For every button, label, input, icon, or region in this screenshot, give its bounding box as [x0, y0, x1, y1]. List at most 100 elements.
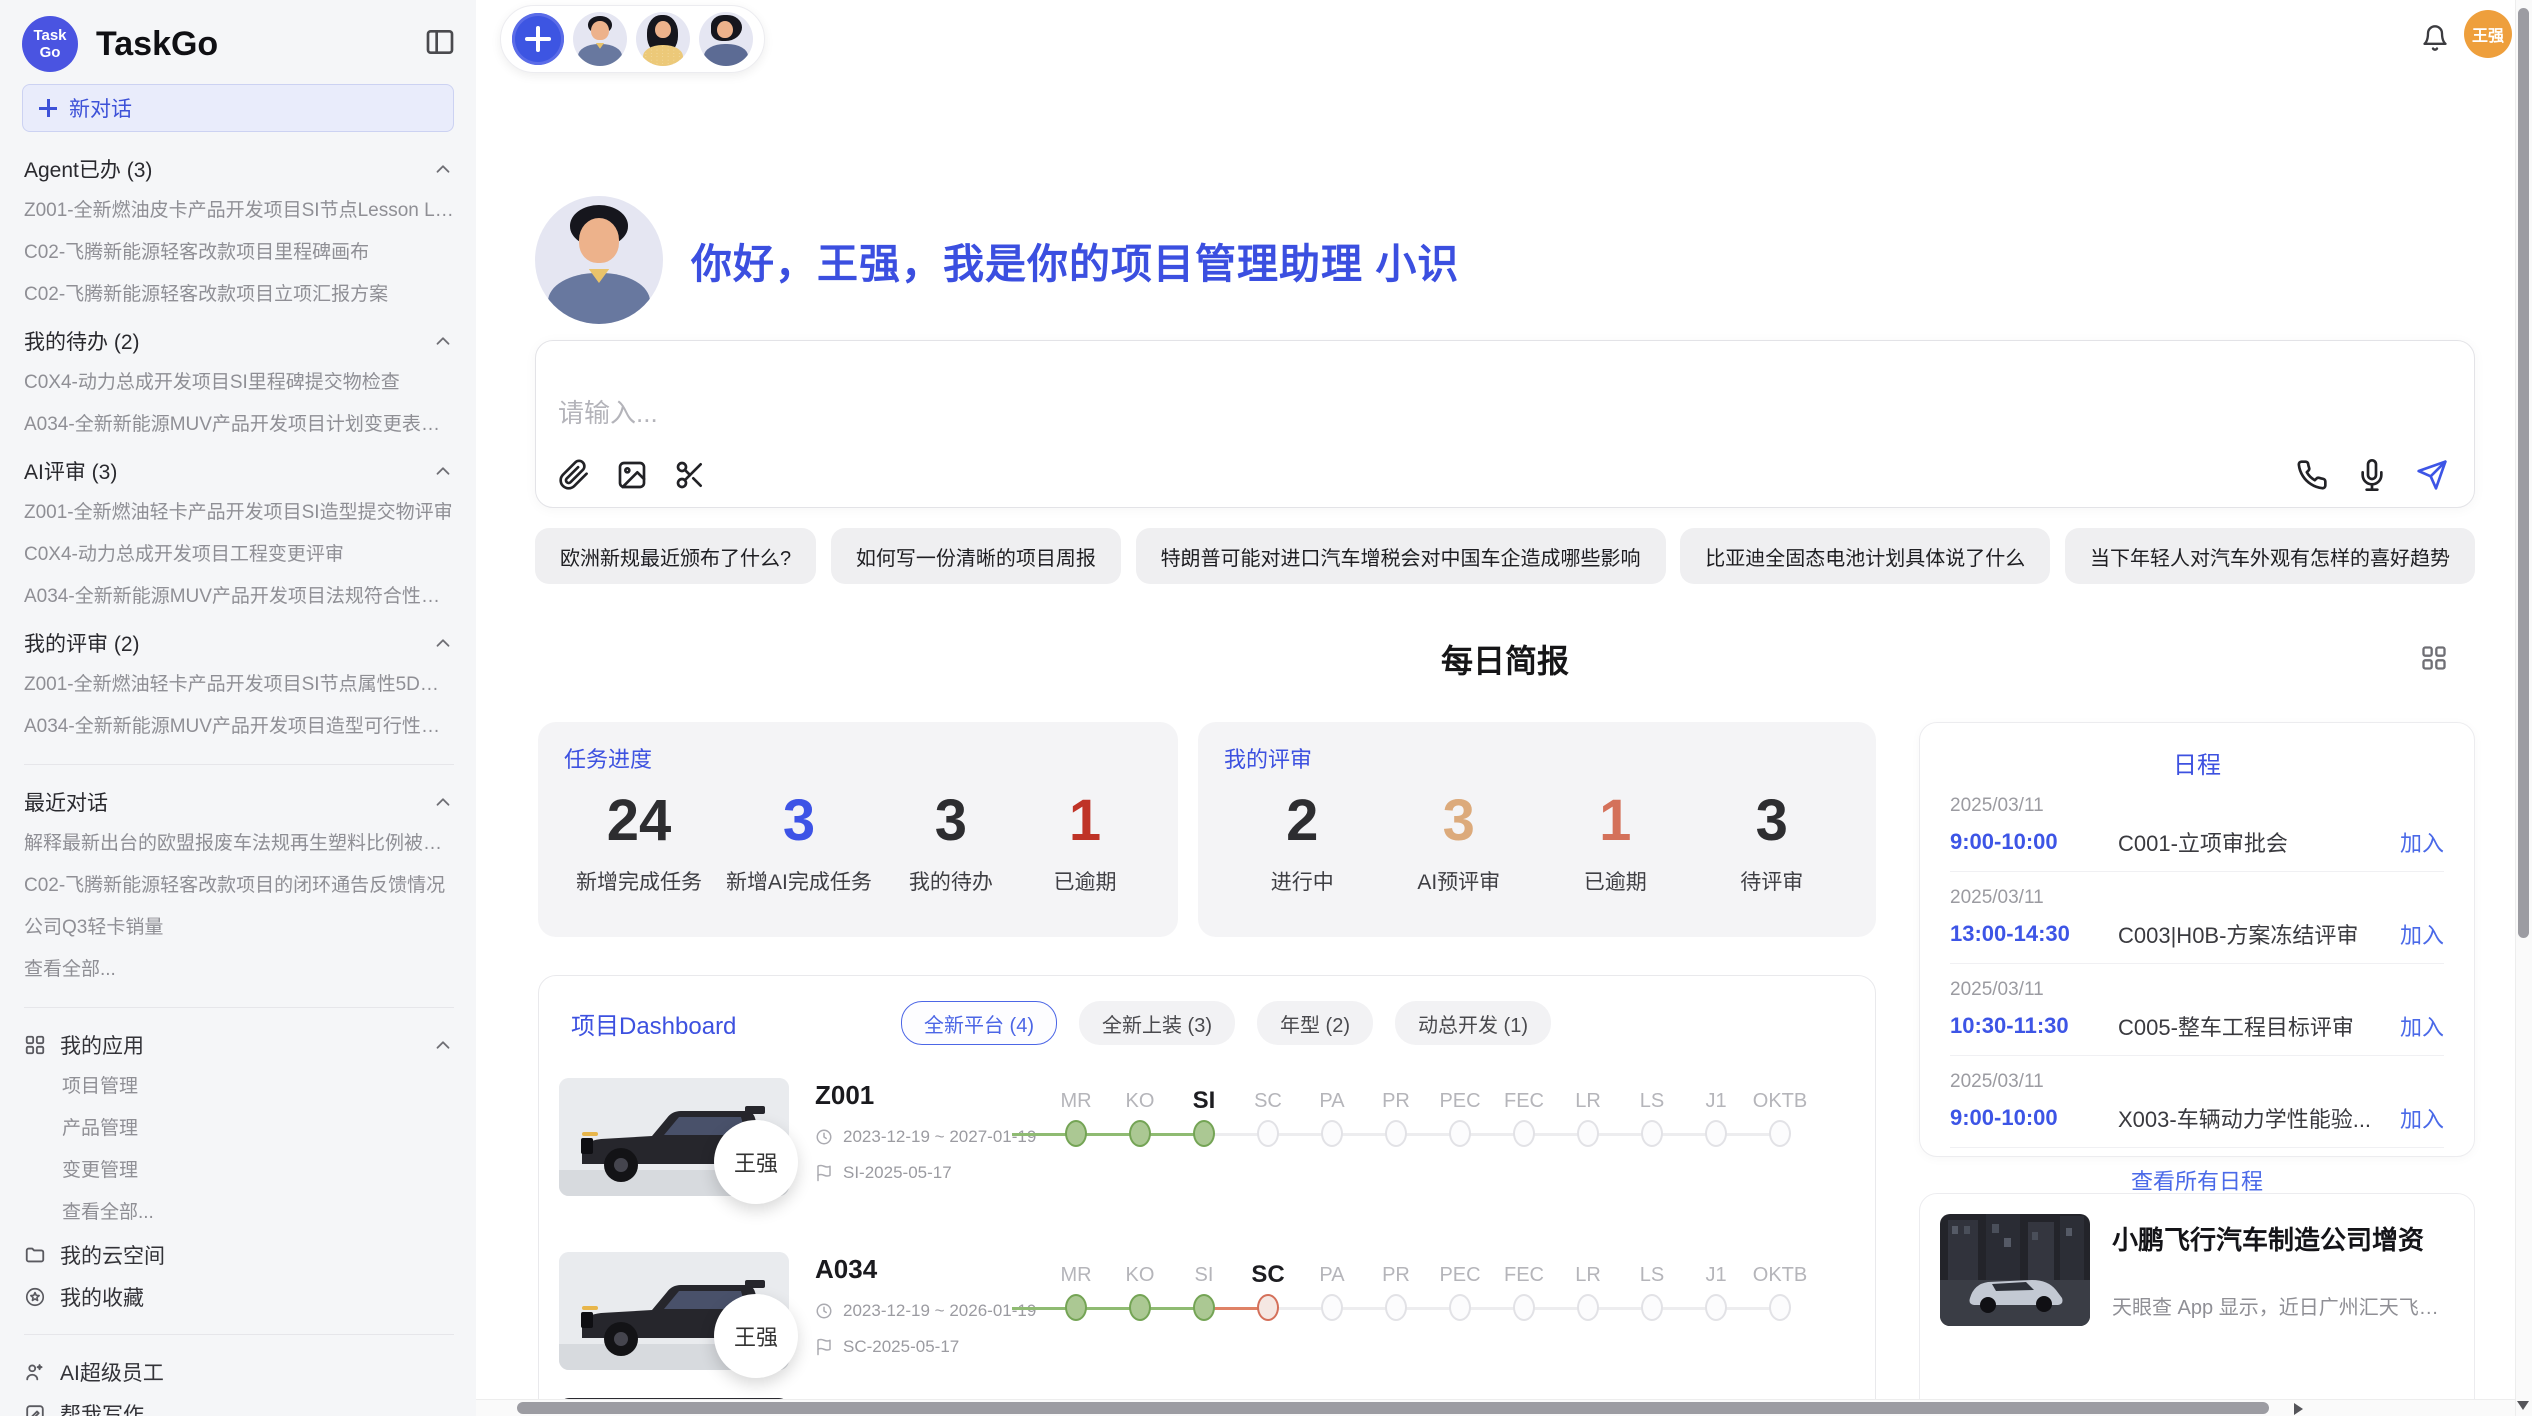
ai-employee-label: AI超级员工: [60, 1357, 164, 1387]
sidebar-task-item[interactable]: A034-全新新能源MUV产品开发项目造型可行性评审: [24, 706, 454, 748]
sidebar-task-item[interactable]: C02-飞腾新能源轻客改款项目里程碑画布: [24, 232, 454, 274]
sidebar-section-ai-review[interactable]: AI评审 (3): [24, 450, 454, 492]
user-avatar[interactable]: 王强: [2464, 10, 2512, 58]
agent-avatar-3[interactable]: [699, 12, 753, 66]
project-row-a034[interactable]: 王强 A034 2023-12-19 ~ 2026-01-19 SC-2025-…: [539, 1236, 1875, 1394]
attachment-icon[interactable]: [558, 459, 590, 491]
logo-line1: Task: [33, 27, 66, 44]
project-row-z001[interactable]: 王强 Z001 2023-12-19 ~ 2027-01-19 SI-2025-…: [539, 1062, 1875, 1220]
new-chat-button[interactable]: 新对话: [22, 84, 454, 132]
sidebar-task-item[interactable]: C0X4-动力总成开发项目工程变更评审: [24, 534, 454, 576]
view-all-schedule-link[interactable]: 查看所有日程: [1950, 1164, 2444, 1196]
chevron-up-icon: [432, 791, 454, 813]
briefing-layout-icon[interactable]: [2420, 644, 2448, 677]
sidebar-item-help-write[interactable]: 帮我写作: [24, 1393, 454, 1416]
join-meeting-link[interactable]: 加入: [2400, 826, 2444, 858]
sidebar-chat-item[interactable]: 解释最新出台的欧盟报废车法规再生塑料比例被调至15%...: [24, 823, 454, 865]
suggestion-chip[interactable]: 比亚迪全固态电池计划具体说了什么: [1680, 528, 2050, 584]
image-upload-icon[interactable]: [616, 459, 648, 491]
milestone-dot: [1449, 1120, 1471, 1147]
add-agent-button[interactable]: [512, 13, 564, 65]
sidebar-task-item[interactable]: A034-全新新能源MUV产品开发项目计划变更表编写: [24, 404, 454, 446]
milestone-dot: [1577, 1294, 1599, 1321]
project-next-milestone: SC-2025-05-17: [843, 1337, 959, 1357]
sidebar-task-item[interactable]: C0X4-动力总成开发项目SI里程碑提交物检查: [24, 362, 454, 404]
join-meeting-link[interactable]: 加入: [2400, 918, 2444, 950]
dashboard-filter-tab[interactable]: 年型 (2): [1257, 1001, 1373, 1045]
milestone-chain: MR KO SI SC: [1044, 1086, 1812, 1160]
sidebar-section-my-review[interactable]: 我的评审 (2): [24, 622, 454, 664]
sidebar-section-agent-done[interactable]: Agent已办 (3): [24, 148, 454, 190]
news-card[interactable]: 小鹏飞行汽车制造公司增资 天眼查 App 显示，近日广州汇天飞行汽...: [1919, 1193, 2475, 1416]
milestone-node: J1: [1684, 1086, 1748, 1160]
sidebar-section-recent-chats[interactable]: 最近对话: [24, 781, 454, 823]
milestone-dot: [1257, 1294, 1279, 1321]
dashboard-filter-tab[interactable]: 全新平台 (4): [901, 1001, 1057, 1045]
my-review-card: 我的评审 2 进行中 3 AI预评审 1 已逾期 3: [1198, 722, 1876, 937]
scroll-down-arrow[interactable]: [2517, 1401, 2529, 1410]
sidebar-task-item[interactable]: Z001-全新燃油轻卡产品开发项目SI造型提交物评审: [24, 492, 454, 534]
join-meeting-link[interactable]: 加入: [2400, 1102, 2444, 1134]
sidebar-chat-item[interactable]: C02-飞腾新能源轻客改款项目的闭环通告反馈情况: [24, 865, 454, 907]
suggestion-chip[interactable]: 欧洲新规最近颁布了什么?: [535, 528, 816, 584]
sidebar-task-item[interactable]: C02-飞腾新能源轻客改款项目立项汇报方案: [24, 274, 454, 316]
owner-badge: 王强: [714, 1120, 798, 1204]
agent-avatar-1[interactable]: [573, 12, 627, 66]
chat-input-box[interactable]: 请输入...: [535, 340, 2475, 508]
grid-icon: [24, 1034, 46, 1056]
suggestion-chip[interactable]: 当下年轻人对汽车外观有怎样的喜好趋势: [2065, 528, 2475, 584]
milestone-node: KO: [1108, 1260, 1172, 1334]
sidebar-app-item[interactable]: 项目管理: [24, 1066, 454, 1108]
stat-value: 1: [1560, 776, 1670, 866]
milestone-dot: [1641, 1294, 1663, 1321]
view-all-chats-link[interactable]: 查看全部...: [24, 949, 454, 991]
sidebar-item-favorites[interactable]: 我的收藏: [24, 1276, 454, 1318]
dashboard-filter-tab[interactable]: 动总开发 (1): [1395, 1001, 1551, 1045]
horizontal-scrollbar[interactable]: [476, 1399, 2515, 1416]
stat-label: 已逾期: [1030, 866, 1140, 896]
stat-item: 3 AI预评审: [1404, 776, 1514, 896]
vertical-scrollbar-thumb[interactable]: [2518, 8, 2529, 938]
milestone-dot: [1705, 1120, 1727, 1147]
sidebar-item-cloud-space[interactable]: 我的云空间: [24, 1234, 454, 1276]
send-icon[interactable]: [2416, 459, 2448, 491]
view-all-apps-link[interactable]: 查看全部...: [24, 1192, 454, 1234]
agent-avatar-2[interactable]: [636, 12, 690, 66]
schedule-date: 2025/03/11: [1950, 979, 2444, 1001]
milestone-node: LS: [1620, 1086, 1684, 1160]
notifications-bell-icon[interactable]: [2421, 24, 2449, 57]
horizontal-scrollbar-thumb[interactable]: [517, 1402, 2269, 1414]
milestone-node: OKTB: [1748, 1086, 1812, 1160]
join-meeting-link[interactable]: 加入: [2400, 1010, 2444, 1042]
sidebar-item-ai-employee[interactable]: AI超级员工: [24, 1351, 454, 1393]
milestone-node: PR: [1364, 1086, 1428, 1160]
screenshot-scissors-icon[interactable]: [674, 459, 706, 491]
suggestion-chip[interactable]: 特朗普可能对进口汽车增税会对中国车企造成哪些影响: [1136, 528, 1666, 584]
project-dates: 2023-12-19 ~ 2026-01-19: [843, 1301, 1036, 1321]
dashboard-filter-tab[interactable]: 全新上装 (3): [1079, 1001, 1235, 1045]
sidebar-task-item[interactable]: Z001-全新燃油轻卡产品开发项目SI节点属性5D文件评审: [24, 664, 454, 706]
vertical-scrollbar[interactable]: [2515, 0, 2532, 1416]
help-write-label: 帮我写作: [60, 1399, 144, 1416]
sidebar-section-my-todo[interactable]: 我的待办 (2): [24, 320, 454, 362]
project-code: Z001: [815, 1080, 1036, 1111]
section-title: 最近对话: [24, 787, 108, 817]
stat-label: 待评审: [1717, 866, 1827, 896]
sidebar-app-item[interactable]: 产品管理: [24, 1108, 454, 1150]
project-next-milestone: SI-2025-05-17: [843, 1163, 952, 1183]
microphone-icon[interactable]: [2356, 459, 2388, 491]
milestone-dot: [1513, 1294, 1535, 1321]
suggestion-chip[interactable]: 如何写一份清晰的项目周报: [831, 528, 1121, 584]
schedule-event-name: X003-车辆动力学性能验...: [2118, 1102, 2386, 1134]
sidebar-chat-item[interactable]: 公司Q3轻卡销量: [24, 907, 454, 949]
sidebar-task-item[interactable]: Z001-全新燃油皮卡产品开发项目SI节点Lesson Learn报告: [24, 190, 454, 232]
sidebar-my-apps[interactable]: 我的应用: [24, 1024, 454, 1066]
schedule-item: 2025/03/11 9:00-10:00 C001-立项审批会 加入: [1950, 780, 2444, 872]
sidebar-task-item[interactable]: A034-全新新能源MUV产品开发项目法规符合性评审: [24, 576, 454, 618]
sidebar-app-item[interactable]: 变更管理: [24, 1150, 454, 1192]
card-title: 我的评审: [1224, 742, 1850, 774]
milestone-dot: [1321, 1120, 1343, 1147]
scroll-right-arrow[interactable]: [2294, 1403, 2303, 1415]
voice-call-icon[interactable]: [2296, 459, 2328, 491]
sidebar-collapse-icon[interactable]: [424, 26, 456, 63]
